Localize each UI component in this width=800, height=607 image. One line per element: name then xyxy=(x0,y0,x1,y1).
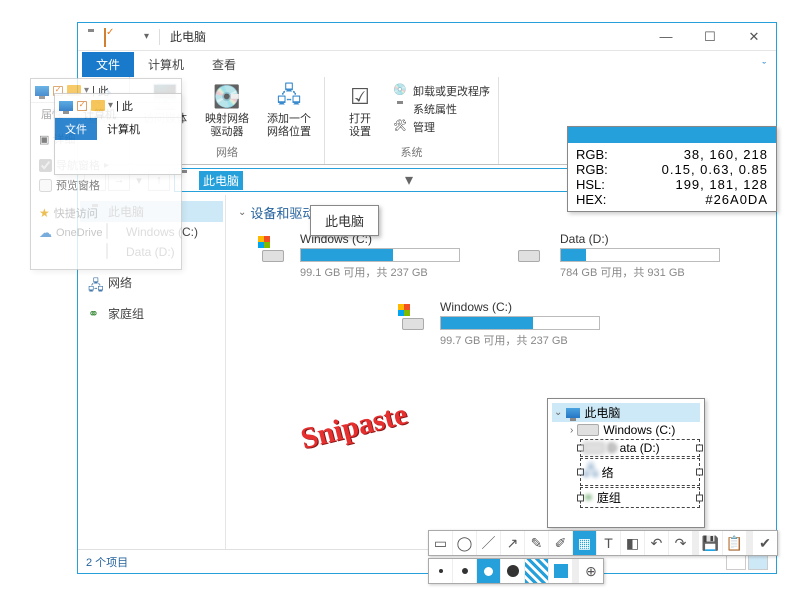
tool-pin[interactable]: 📋 xyxy=(723,531,747,555)
ft-d-selection[interactable]: Data (D:) xyxy=(580,439,700,457)
drive-name: Windows (C:) xyxy=(440,300,618,314)
app-icon xyxy=(84,29,100,45)
drive-subtext: 99.1 GB 可用，共 237 GB xyxy=(300,264,478,280)
manage-button[interactable]: 🛠管理 xyxy=(393,119,490,135)
size-xl[interactable] xyxy=(501,559,525,583)
network-icon: 🖧 xyxy=(88,275,104,291)
window-title: 此电脑 xyxy=(170,28,206,45)
color-swatch[interactable] xyxy=(549,559,573,583)
disk-icon xyxy=(258,232,294,268)
tool-mosaic[interactable]: ▦ xyxy=(573,531,597,555)
tool-confirm[interactable]: ✔ xyxy=(753,531,777,555)
drive-network-icon: 💽 xyxy=(211,81,243,113)
tool-line[interactable]: ／ xyxy=(477,531,501,555)
ghost-preview-checkbox xyxy=(39,179,52,192)
map-drive-button[interactable]: 💽 映射网络 驱动器 xyxy=(200,81,254,139)
ghost-nav-checkbox xyxy=(39,159,52,172)
add-location-button[interactable]: 🖧 添加一个 网络位置 xyxy=(262,81,316,139)
address-text: 此电脑 xyxy=(199,171,243,190)
size-large[interactable] xyxy=(477,559,501,583)
tree-network[interactable]: 🖧网络 xyxy=(80,272,223,293)
tool-save[interactable]: 💾 xyxy=(699,531,723,555)
cloud-icon: ☁ xyxy=(39,225,52,241)
uninstall-icon: 💿 xyxy=(393,83,409,99)
close-button[interactable]: ✕ xyxy=(732,23,776,51)
status-text: 2 个项目 xyxy=(86,554,128,570)
ribbon-tabs: 文件 计算机 查看 ˇ xyxy=(78,51,776,77)
disk-icon xyxy=(518,232,554,268)
tab-file[interactable]: 文件 xyxy=(82,52,134,77)
group-system-label: 系统 xyxy=(401,144,423,160)
uninstall-button[interactable]: 💿卸载或更改程序 xyxy=(393,83,490,99)
group-network-label: 网络 xyxy=(216,144,238,160)
tool-crosshair[interactable]: ⊕ xyxy=(579,559,603,583)
ghost-tab-computer: 计算机 xyxy=(97,118,150,140)
drive-item[interactable]: Data (D:) 784 GB 可用，共 931 GB xyxy=(518,232,738,280)
tooltip: 此电脑 xyxy=(310,205,379,236)
drive-usage-bar xyxy=(300,248,460,262)
floating-tree-panel[interactable]: ⌄此电脑 ›Windows (C:) Data (D:) 🖧络 ⚭庭组 xyxy=(547,398,705,528)
snipaste-toolbar: ▭ ◯ ／ ↗ ✎ ✐ ▦ T ◧ ↶ ↷ 💾 📋 ✔ ⊕ xyxy=(428,530,778,584)
drive-name: Data (D:) xyxy=(560,232,738,246)
tab-computer[interactable]: 计算机 xyxy=(134,52,198,77)
tool-marker[interactable]: ✐ xyxy=(549,531,573,555)
dropdown-icon[interactable]: ▾ xyxy=(399,170,419,190)
drive-subtext: 784 GB 可用，共 931 GB xyxy=(560,264,738,280)
drive-item[interactable]: Windows (C:) 99.7 GB 可用，共 237 GB xyxy=(398,300,618,348)
tool-pencil[interactable]: ✎ xyxy=(525,531,549,555)
monitor-icon xyxy=(393,101,409,117)
star-icon: ★ xyxy=(39,206,50,220)
tool-eraser[interactable]: ◧ xyxy=(621,531,645,555)
settings-icon: ☑ xyxy=(344,81,376,113)
system-properties-button[interactable]: 系统属性 xyxy=(393,101,490,117)
tool-rect[interactable]: ▭ xyxy=(429,531,453,555)
size-small[interactable] xyxy=(429,559,453,583)
ghost-window-2: ▾ | 此 文件计算机 xyxy=(54,93,182,175)
mosaic-pattern[interactable] xyxy=(525,559,549,583)
ft-c[interactable]: ›Windows (C:) xyxy=(552,422,700,438)
tool-redo[interactable]: ↷ xyxy=(669,531,693,555)
drive-usage-bar xyxy=(560,248,720,262)
tool-ellipse[interactable]: ◯ xyxy=(453,531,477,555)
rgbf-value: 0.15, 0.63, 0.85 xyxy=(616,162,768,177)
drive-usage-bar xyxy=(440,316,600,330)
address-bar[interactable]: 此电脑 ▾ ⟳ xyxy=(174,168,596,192)
tree-homegroup[interactable]: ⚭家庭组 xyxy=(80,303,223,324)
manage-icon: 🛠 xyxy=(393,119,409,135)
rgb-value: 38, 160, 218 xyxy=(616,147,768,162)
qat-newfolder-icon[interactable] xyxy=(124,29,140,45)
titlebar: ▾ 此电脑 — ☐ ✕ xyxy=(78,23,776,51)
ft-hg-selection[interactable]: ⚭庭组 xyxy=(580,487,700,508)
qat-properties-icon[interactable] xyxy=(104,29,120,45)
hex-value: #26A0DA xyxy=(616,192,768,207)
size-medium[interactable] xyxy=(453,559,477,583)
chevron-down-icon: ⌄ xyxy=(238,207,246,218)
ribbon-collapse-icon[interactable]: ˇ xyxy=(752,57,776,77)
tool-undo[interactable]: ↶ xyxy=(645,531,669,555)
color-info-popup: RGB:38, 160, 218 RGB:0.15, 0.63, 0.85 HS… xyxy=(567,126,777,212)
minimize-button[interactable]: — xyxy=(644,23,688,51)
tool-text[interactable]: T xyxy=(597,531,621,555)
ghost-tab-file: 文件 xyxy=(55,118,97,140)
ft-net-selection[interactable]: 🖧络 xyxy=(580,458,700,486)
tab-view[interactable]: 查看 xyxy=(198,52,250,77)
homegroup-icon: ⚭ xyxy=(88,306,104,322)
disk-icon xyxy=(398,300,434,336)
color-sample-bar xyxy=(568,127,776,143)
drive-subtext: 99.7 GB 可用，共 237 GB xyxy=(440,332,618,348)
open-settings-button[interactable]: ☑ 打开 设置 xyxy=(333,81,387,139)
drive-item[interactable]: Windows (C:) 99.1 GB 可用，共 237 GB xyxy=(258,232,478,280)
qat-customize-icon[interactable]: ▾ xyxy=(144,31,149,42)
network-location-icon: 🖧 xyxy=(273,81,305,113)
tool-arrow[interactable]: ↗ xyxy=(501,531,525,555)
ft-root[interactable]: ⌄此电脑 xyxy=(552,403,700,422)
hsl-value: 199, 181, 128 xyxy=(616,177,768,192)
maximize-button[interactable]: ☐ xyxy=(688,23,732,51)
